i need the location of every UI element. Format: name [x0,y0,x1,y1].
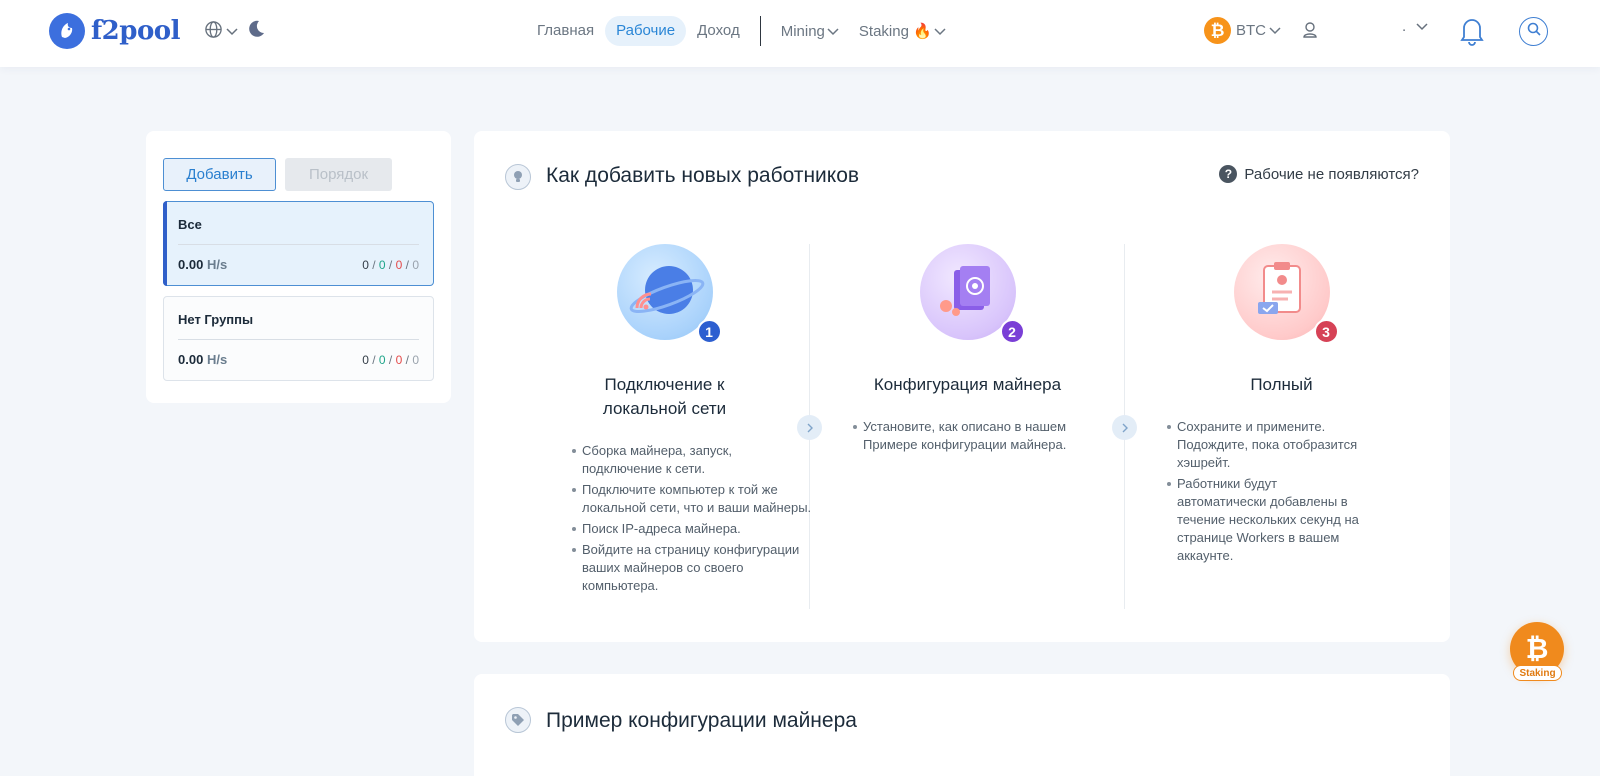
chevron-down-icon [825,23,839,40]
step-connect-lan: 1 Подключение к локальной сети Сборка ма… [507,244,822,598]
step-instructions: Установите, как описано в нашем Примере … [810,418,1125,454]
hashrate-unit: H/s [206,257,228,272]
list-item: Войдите на страницу конфигурации ваших м… [569,541,812,595]
staking-badge: Staking [1513,665,1562,681]
step-title: Полный [1250,375,1313,394]
search-button[interactable] [1519,17,1548,46]
order-button[interactable]: Порядок [285,158,392,191]
account-dropdown[interactable]: . [1402,18,1428,35]
active-count: 0 [378,353,386,367]
nav-income[interactable]: Доход [686,16,751,46]
notifications-bell-icon[interactable] [1459,16,1485,51]
list-item: Установите, как описано в нашем Примере … [850,418,1105,454]
question-icon: ? [1219,165,1238,183]
f2pool-logo-mark-icon [49,13,85,49]
step-configure-miner: 2 Конфигурация майнера Установите, как о… [810,244,1125,457]
help-link-label: Рабочие не появляются? [1244,165,1419,183]
nav-staking-dropdown[interactable]: Staking 🔥 [859,22,946,40]
chevron-down-icon [1269,22,1281,40]
clipboard-check-icon: 3 [1233,244,1339,344]
bitcoin-icon: ₿ [1204,17,1231,44]
coin-label: BTC [1236,22,1266,39]
main-nav: Главная Рабочие Доход Mining Staking 🔥 [526,16,966,46]
total-count: 0 [362,353,369,367]
coin-selector[interactable]: ₿ BTC [1204,17,1281,44]
account-name: . [1402,18,1407,35]
step-title: Конфигурация майнера [873,375,1062,394]
group-worker-counts: 0 / 0 / 0 / 0 [362,258,419,272]
group-item-no-group[interactable]: Нет Группы 0.00 H/s 0 / 0 / 0 / 0 [163,296,434,381]
miner-config-icon: 2 [919,244,1025,344]
worker-groups-panel: Добавить Порядок Все 0.00 H/s 0 / 0 / 0 … [146,131,451,403]
group-hashrate: 0.00 H/s [178,352,227,367]
list-item: Работники будут автоматически добавлены … [1164,475,1369,565]
card-title: Пример конфигурации майнера [546,709,857,732]
group-item-all[interactable]: Все 0.00 H/s 0 / 0 / 0 / 0 [163,201,434,286]
user-icon[interactable] [1302,21,1318,44]
nav-mining-dropdown[interactable]: Mining [781,23,839,40]
inactive-count: 0 [395,353,403,367]
step-complete: 3 Полный Сохраните и примените. Подождит… [1124,244,1439,568]
nav-divider [759,16,761,46]
dead-count: 0 [412,353,419,367]
chevron-down-icon [226,23,238,41]
nav-staking-label: Staking 🔥 [858,23,932,40]
language-selector[interactable] [204,20,238,44]
list-item: Сборка майнера, запуск, подключение к се… [569,442,812,478]
miner-config-example-card: Пример конфигурации майнера [474,674,1450,776]
workers-not-showing-link[interactable]: ? Рабочие не появляются? [1219,165,1419,183]
card-title: Как добавить новых работников [546,164,860,187]
group-name: Нет Группы [178,312,254,327]
step-instructions: Сохраните и примените. Подождите, пока о… [1124,418,1439,565]
divider [178,339,419,340]
chevron-down-icon [932,23,946,40]
chevron-down-icon [1416,18,1428,35]
nav-mining-label: Mining [780,22,825,40]
hashrate-value: 0.00 [178,352,204,367]
add-group-button[interactable]: Добавить [163,158,276,191]
search-icon [1527,22,1541,41]
list-item: Сохраните и примените. Подождите, пока о… [1164,418,1369,472]
inactive-count: 0 [395,258,403,272]
f2pool-logo[interactable]: f2pool [49,13,181,49]
nav-workers[interactable]: Рабочие [605,16,687,46]
group-hashrate: 0.00 H/s [178,257,227,272]
dead-count: 0 [412,258,419,272]
step-number-badge: 3 [1313,319,1339,344]
hashrate-value: 0.00 [178,257,204,272]
theme-toggle[interactable] [248,20,265,43]
total-count: 0 [362,258,369,272]
step-number-badge: 2 [999,319,1025,344]
tag-icon [505,707,531,733]
moon-icon [248,20,265,43]
group-worker-counts: 0 / 0 / 0 / 0 [362,353,419,367]
list-item: Поиск IP-адреса майнера. [569,520,812,538]
step-title: Подключение к локальной сети [602,375,727,418]
hashrate-unit: H/s [206,352,228,367]
lightbulb-icon [505,164,531,190]
list-item: Подключите компьютер к той же локальной … [569,481,812,517]
top-header: f2pool Главная Рабочие Доход Mining Stak… [0,0,1600,67]
step-instructions: Сборка майнера, запуск, подключение к се… [507,442,822,595]
nav-home[interactable]: Главная [526,16,605,46]
how-to-add-workers-card: Как добавить новых работников ? Рабочие … [474,131,1450,642]
group-name: Все [178,217,202,232]
globe-icon [204,20,223,44]
logo-text: f2pool [91,16,181,46]
step-number-badge: 1 [696,319,722,344]
planet-network-icon: 1 [616,244,722,344]
staking-floating-button[interactable]: ₿ Staking [1510,622,1564,692]
divider [178,244,419,245]
active-count: 0 [378,258,386,272]
